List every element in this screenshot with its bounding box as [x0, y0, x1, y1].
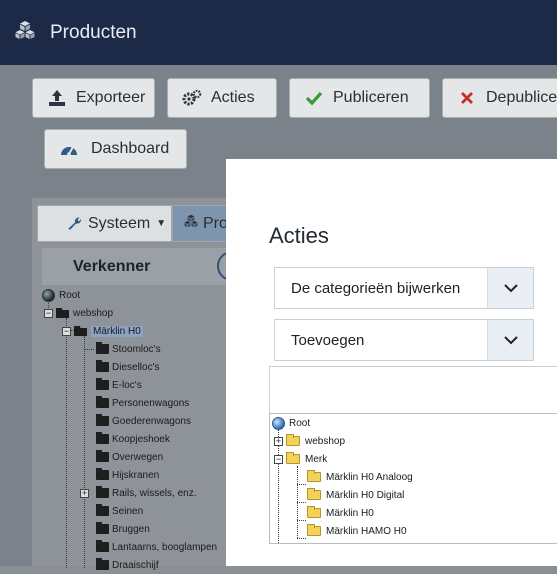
folder-icon: [96, 558, 109, 570]
tree-node-child[interactable]: + Rails, wissels, enz.: [80, 484, 196, 502]
tree-node-merk[interactable]: − Merk: [274, 450, 327, 468]
page-title: Producten: [50, 21, 137, 43]
tree-node-root[interactable]: Root: [42, 286, 80, 304]
tree-node-child[interactable]: Seinen: [84, 502, 143, 520]
dashboard-button[interactable]: Dashboard: [44, 129, 187, 169]
cubes-icon: [183, 214, 199, 233]
folder-icon: [307, 506, 321, 518]
tree-node-webshop[interactable]: − webshop: [44, 304, 113, 322]
caret-down-icon: ▼: [156, 218, 167, 229]
category-input[interactable]: [269, 366, 557, 414]
tree-node-brand[interactable]: Märklin H0 Analoog: [307, 468, 413, 486]
folder-icon: [96, 450, 109, 462]
tree-node-child[interactable]: Bruggen: [84, 520, 150, 538]
wrench-icon: [67, 216, 83, 237]
action-select[interactable]: De categorieën bijwerken: [274, 267, 534, 309]
app-header: Producten: [0, 0, 557, 65]
tree-node-child[interactable]: Goederenwagons: [84, 412, 191, 430]
folder-open-icon: [56, 308, 70, 318]
tree-node-brand[interactable]: Märklin HAMO H0: [307, 522, 407, 540]
tree-node-child[interactable]: E-loc's: [84, 376, 142, 394]
folder-icon: [96, 378, 109, 390]
tab-system[interactable]: Systeem ▼: [37, 205, 172, 242]
tree-node-marklin-h0[interactable]: − Märklin H0: [62, 322, 143, 340]
category-tree: Root + webshop − Merk Märklin H0 Analoog…: [269, 413, 557, 544]
tree-node-brand[interactable]: Märklin H0: [307, 504, 374, 522]
tree-node-child[interactable]: Koopjeshoek: [84, 430, 170, 448]
check-icon: [304, 88, 324, 108]
tree-node-child[interactable]: Personenwagons: [84, 394, 189, 412]
folder-icon: [307, 524, 321, 536]
expand-icon[interactable]: +: [274, 436, 283, 446]
tree-node-child[interactable]: Hijskranen: [84, 466, 159, 484]
folder-icon: [286, 434, 300, 446]
tree-node-child[interactable]: Dieselloc's: [84, 358, 159, 376]
folder-open-icon: [74, 326, 88, 336]
explorer-header: Verkenner: [42, 248, 247, 285]
globe-icon: [272, 416, 285, 430]
folder-icon: [96, 360, 109, 372]
tree-node-child[interactable]: Stoomloc's: [84, 340, 161, 358]
unpublish-button[interactable]: Depublice: [442, 78, 557, 118]
tree-node-child[interactable]: Overwegen: [84, 448, 163, 466]
folder-icon: [96, 504, 109, 516]
folder-icon: [96, 486, 109, 498]
expand-icon[interactable]: +: [80, 488, 89, 498]
cubes-icon: [14, 20, 36, 45]
folder-icon: [96, 414, 109, 426]
actions-modal: Acties De categorieën bijwerken Toevoege…: [226, 159, 557, 566]
panel-tabs: Systeem ▼ Pro: [37, 205, 237, 242]
folder-icon: [96, 432, 109, 444]
folder-icon: [307, 470, 321, 482]
chevron-down-icon: [487, 320, 533, 360]
globe-icon: [42, 288, 55, 302]
tree-node-root[interactable]: Root: [272, 414, 310, 432]
tree-node-webshop[interactable]: + webshop: [274, 432, 345, 450]
collapse-icon[interactable]: −: [62, 326, 71, 336]
tree-node-brand[interactable]: Märklin H0 Digital: [307, 486, 404, 504]
mode-select[interactable]: Toevoegen: [274, 319, 534, 361]
folder-icon: [307, 488, 321, 500]
export-button[interactable]: Exporteer: [32, 78, 155, 118]
tree-node-child[interactable]: Draaischijf: [84, 556, 159, 574]
publish-button[interactable]: Publiceren: [289, 78, 430, 118]
upload-icon: [47, 88, 67, 108]
folder-icon: [96, 342, 109, 354]
folder-open-icon: [286, 452, 300, 464]
times-icon: [457, 88, 477, 108]
folder-icon: [96, 468, 109, 480]
tree-node-child[interactable]: Lantaarns, booglampen: [84, 538, 217, 556]
dashboard-gauge-icon: [59, 139, 79, 159]
folder-icon: [96, 396, 109, 408]
modal-title: Acties: [269, 223, 329, 248]
actions-button[interactable]: Acties: [167, 78, 277, 118]
folder-icon: [96, 540, 109, 552]
folder-icon: [96, 522, 109, 534]
chevron-down-icon: [487, 268, 533, 308]
collapse-icon[interactable]: −: [44, 308, 53, 318]
cogs-icon: [182, 88, 202, 108]
collapse-icon[interactable]: −: [274, 454, 283, 464]
